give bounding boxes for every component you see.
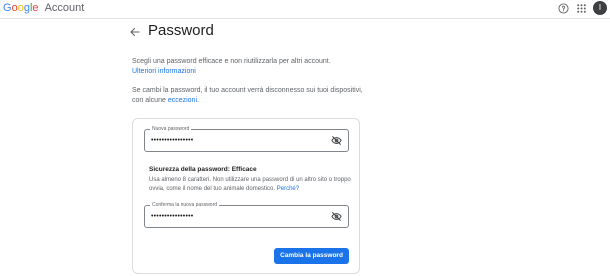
strength-hint: Usa almeno 8 caratteri. Non utilizzare u… [149,176,351,194]
avatar[interactable]: I [593,1,607,15]
warning-text: Se cambi la password, il tuo account ver… [132,86,363,106]
strength-title: Sicurezza della password: Efficace [149,166,257,173]
warning-line-1: Se cambi la password, il tuo account ver… [132,87,363,94]
help-icon[interactable] [558,3,569,14]
warning-line-2: con alcune eccezioni. [132,96,363,106]
learn-more-link[interactable]: Ulteriori informazioni [132,67,331,77]
warning-suffix: . [197,97,199,104]
google-account-logo[interactable]: Google Account [3,2,84,14]
intro-line: Scegli una password efficace e non riuti… [132,58,331,65]
warning-prefix: con alcune [132,97,166,104]
top-bar: Google Account I [0,0,610,19]
logo-letter: G [3,2,12,14]
account-label: Account [44,2,85,14]
new-password-field[interactable]: Nuova password •••••••••••••••• [144,125,349,152]
why-link[interactable]: Perché? [277,186,299,192]
strength-hint-text: ovvia, come il nome del tuo animale dome… [149,186,276,192]
confirm-password-value: •••••••••••••••• [151,213,194,220]
new-password-label: Nuova password [150,125,192,133]
exceptions-link[interactable]: eccezioni [168,97,197,104]
change-password-button[interactable]: Cambia la password [274,248,349,264]
apps-grid-icon[interactable] [577,4,586,13]
new-password-value: •••••••••••••••• [151,137,194,144]
visibility-off-icon[interactable] [331,211,342,222]
password-form-card: Nuova password •••••••••••••••• Sicurezz… [132,118,360,274]
confirm-password-field[interactable]: Conferma la nuova password •••••••••••••… [144,201,349,228]
page-title: Password [148,22,214,39]
strength-hint-line-1: Usa almeno 8 caratteri. Non utilizzare u… [149,177,351,183]
confirm-password-label: Conferma la nuova password [150,201,220,209]
intro-text: Scegli una password efficace e non riuti… [132,57,331,77]
back-arrow-icon[interactable] [129,26,141,38]
logo-letter: e [32,2,39,14]
strength-hint-line-2: ovvia, come il nome del tuo animale dome… [149,185,351,194]
visibility-off-icon[interactable] [331,135,342,146]
